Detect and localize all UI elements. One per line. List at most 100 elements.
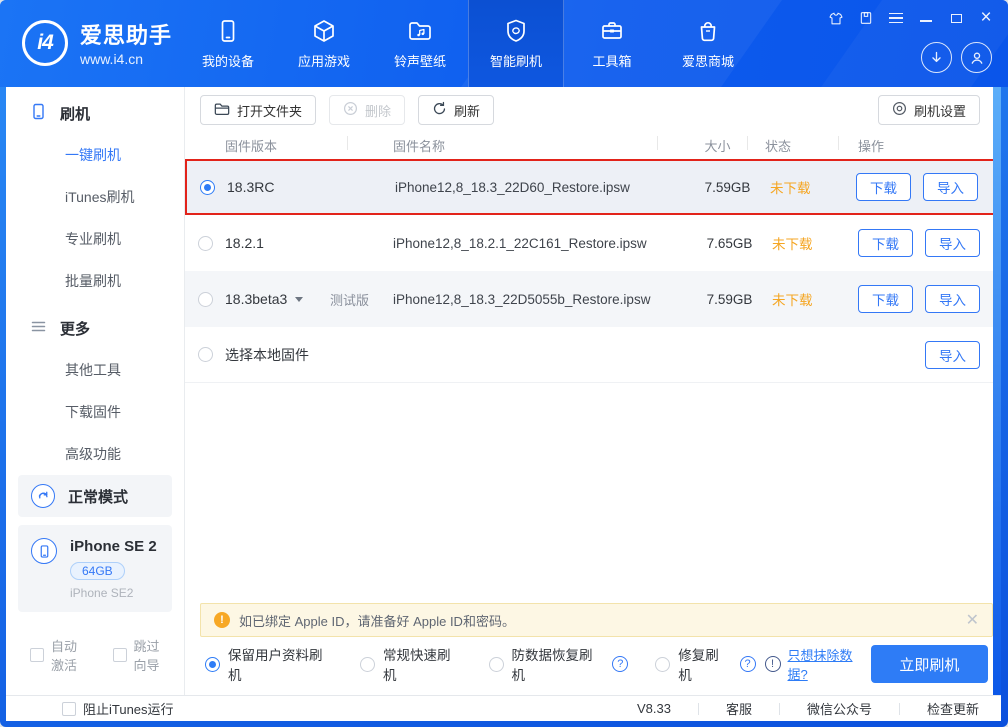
option-keep-user-data[interactable]: 保留用户资料刷机 (205, 644, 333, 684)
notice-close-icon[interactable]: ✕ (966, 610, 979, 630)
firmware-row-18-3rc[interactable]: 18.3RC iPhone12,8_18.3_22D60_Restore.ips… (185, 159, 1001, 215)
shopping-bag-icon (695, 18, 721, 44)
sidebar-group-more: 更多 (6, 302, 184, 349)
download-button[interactable]: 下载 (856, 173, 911, 201)
firmware-radio-18-3beta3[interactable] (198, 292, 213, 307)
header-quick-actions (921, 42, 992, 73)
toolbox-icon (599, 18, 625, 44)
flash-now-button[interactable]: 立即刷机 (871, 645, 988, 683)
firmware-size: 7.65GB (702, 236, 757, 251)
flash-settings-button[interactable]: 刷机设置 (878, 95, 980, 125)
firmware-row-18-2-1[interactable]: 18.2.1 iPhone12,8_18.2.1_22C161_Restore.… (185, 215, 1001, 271)
nav-tab-apps-games[interactable]: 应用游戏 (276, 0, 372, 87)
firmware-radio-18-2-1[interactable] (198, 236, 213, 251)
auto-activate-option[interactable]: 自动激活 (30, 636, 90, 674)
theme-skin-icon[interactable] (828, 10, 844, 26)
refresh-button[interactable]: 刷新 (418, 95, 494, 125)
help-icon[interactable]: ? (612, 656, 628, 672)
firmware-size: 7.59GB (702, 292, 757, 307)
local-firmware-radio[interactable] (198, 347, 213, 362)
notice-text: 如已绑定 Apple ID，请准备好 Apple ID和密码。 (239, 611, 515, 630)
folder-icon (214, 102, 230, 119)
auto-activate-checkbox[interactable] (30, 648, 44, 662)
user-account-icon[interactable] (961, 42, 992, 73)
firmware-size: 7.59GB (700, 180, 755, 195)
maximize-icon[interactable] (948, 10, 964, 26)
repair-flash-radio[interactable] (655, 657, 670, 672)
music-folder-icon (407, 18, 433, 44)
open-folder-button[interactable]: 打开文件夹 (200, 95, 316, 125)
sidebar-item-download-firmware[interactable]: 下载固件 (6, 391, 184, 433)
option-normal-fast-flash[interactable]: 常规快速刷机 (360, 644, 462, 684)
import-button[interactable]: 导入 (925, 285, 980, 313)
device-mode-card[interactable]: 正常模式 (18, 475, 172, 517)
block-itunes-checkbox[interactable] (62, 702, 76, 716)
help-icon[interactable]: ? (740, 656, 756, 672)
download-button[interactable]: 下载 (858, 285, 913, 313)
nav-tab-my-device[interactable]: 我的设备 (180, 0, 276, 87)
menu-icon[interactable] (888, 10, 904, 26)
normal-mode-icon (31, 484, 55, 508)
option-anti-recovery-flash[interactable]: 防数据恢复刷机 (489, 644, 604, 684)
firmware-filename: iPhone12,8_18.3_22D60_Restore.ipsw (395, 180, 700, 195)
refresh-icon (432, 101, 447, 119)
main-panel: 打开文件夹 删除 刷新 (185, 87, 1001, 695)
local-firmware-label: 选择本地固件 (225, 345, 842, 365)
minimize-icon[interactable] (918, 10, 934, 26)
app-logo: i4 爱思助手 www.i4.cn (22, 18, 172, 67)
sidebar-item-advanced-features[interactable]: 高级功能 (6, 433, 184, 475)
device-mode-label: 正常模式 (68, 486, 128, 507)
erase-data-link[interactable]: 只想抹除数据? (788, 645, 871, 683)
firmware-version: 18.3beta3 (225, 291, 287, 307)
firmware-status-badge: 未下载 (772, 289, 842, 309)
close-icon[interactable]: × (978, 10, 994, 26)
firmware-version: 18.2.1 (225, 235, 330, 251)
download-manager-icon[interactable] (921, 42, 952, 73)
keep-user-data-radio[interactable] (205, 657, 220, 672)
option-repair-flash[interactable]: 修复刷机 (655, 644, 730, 684)
firmware-status-badge: 未下载 (772, 233, 842, 253)
feedback-card-icon[interactable] (858, 10, 874, 26)
normal-fast-flash-radio[interactable] (360, 657, 375, 672)
firmware-table-header: 固件版本 固件名称 大小 状态 操作 (185, 127, 1001, 159)
app-header: i4 爱思助手 www.i4.cn 我的设备 应用游戏 (0, 0, 1008, 87)
block-itunes-option[interactable]: 阻止iTunes运行 (62, 699, 174, 718)
warning-icon: ! (214, 612, 230, 628)
nav-tab-store[interactable]: 爱思商城 (660, 0, 756, 87)
check-update-link[interactable]: 检查更新 (927, 699, 979, 718)
firmware-version: 18.3RC (227, 179, 332, 195)
connected-device-card[interactable]: iPhone SE 2 64GB iPhone SE2 (18, 525, 172, 612)
delete-button[interactable]: 删除 (329, 95, 405, 125)
wechat-account-link[interactable]: 微信公众号 (807, 699, 872, 718)
nav-tab-toolbox[interactable]: 工具箱 (564, 0, 660, 87)
flash-mode-options: 保留用户资料刷机 常规快速刷机 防数据恢复刷机 ? 修复刷机 (185, 637, 1001, 695)
firmware-row-18-3beta3[interactable]: 18.3beta3 测试版 iPhone12,8_18.3_22D5055b_R… (185, 271, 1001, 327)
sidebar-item-batch-flash[interactable]: 批量刷机 (6, 260, 184, 302)
firmware-radio-18-3rc[interactable] (200, 180, 215, 195)
nav-tab-ringtones-wallpapers[interactable]: 铃声壁纸 (372, 0, 468, 87)
import-button[interactable]: 导入 (925, 229, 980, 257)
skip-setup-checkbox[interactable] (113, 648, 127, 662)
sidebar-item-one-click-flash[interactable]: 一键刷机 (6, 134, 184, 176)
customer-service-link[interactable]: 客服 (726, 699, 752, 718)
app-content: 刷机 一键刷机 iTunes刷机 专业刷机 批量刷机 更多 其他工具 下载固件 … (6, 87, 1001, 721)
sidebar-item-pro-flash[interactable]: 专业刷机 (6, 218, 184, 260)
app-url: www.i4.cn (80, 51, 172, 67)
import-button[interactable]: 导入 (923, 173, 978, 201)
nav-tab-smart-flash[interactable]: 智能刷机 (468, 0, 564, 87)
device-phone-icon (31, 538, 57, 564)
skip-setup-option[interactable]: 跳过向导 (113, 636, 173, 674)
anti-recovery-flash-radio[interactable] (489, 657, 504, 672)
i4-logo-icon: i4 (22, 20, 68, 66)
vertical-scrollbar[interactable] (993, 87, 1001, 695)
sidebar-item-itunes-flash[interactable]: iTunes刷机 (6, 176, 184, 218)
info-icon: ! (765, 656, 781, 672)
beta-tag: 测试版 (330, 290, 393, 309)
chevron-down-icon[interactable] (295, 297, 303, 302)
sidebar-item-other-tools[interactable]: 其他工具 (6, 349, 184, 391)
import-button[interactable]: 导入 (925, 341, 980, 369)
device-icon (215, 18, 241, 44)
download-button[interactable]: 下载 (858, 229, 913, 257)
local-firmware-row[interactable]: 选择本地固件 导入 (185, 327, 1001, 383)
apple-id-notice: ! 如已绑定 Apple ID，请准备好 Apple ID和密码。 ✕ (200, 603, 993, 637)
